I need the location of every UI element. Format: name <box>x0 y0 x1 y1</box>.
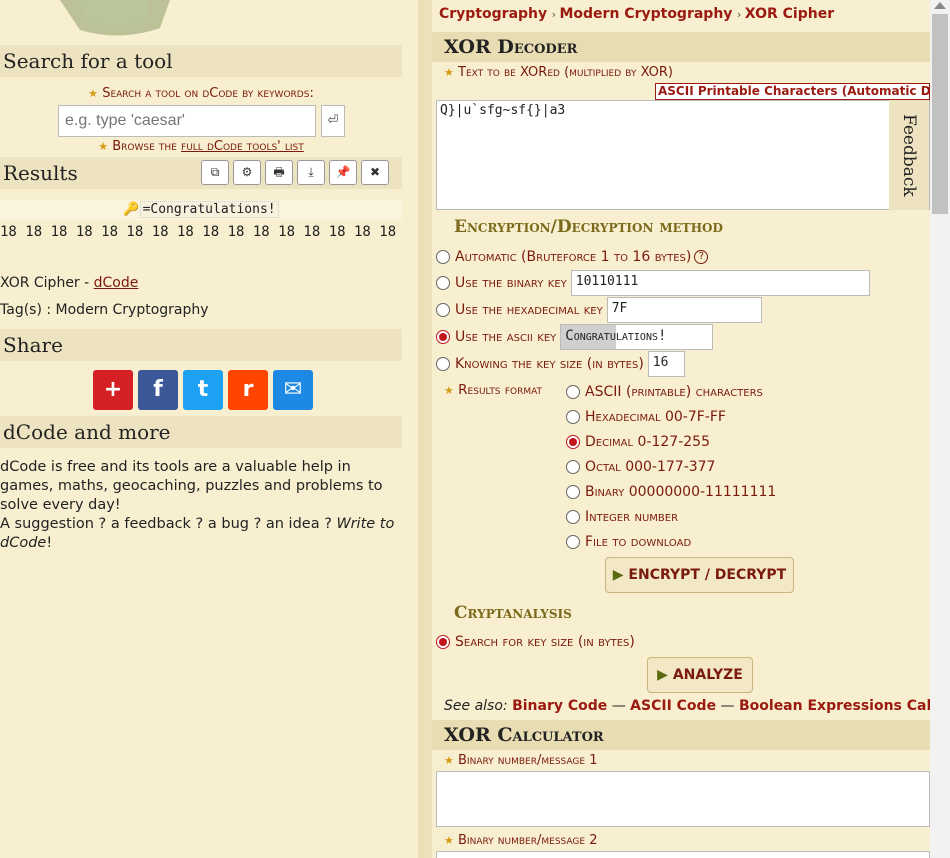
main-content: Cryptography › Modern Cryptography › XOR… <box>432 0 930 858</box>
key-icon: 🔑 <box>123 202 140 217</box>
radio-format-binary[interactable] <box>566 485 580 499</box>
format-octal[interactable]: Octal 000-177-377 <box>566 455 715 479</box>
result-toolbar: ⧉ ⚙ 🖶 ⤓ 📌 ✖ <box>201 160 389 185</box>
option-automatic[interactable]: Automatic (Bruteforce 1 to 16 bytes) ? <box>436 244 709 270</box>
format-decimal[interactable]: Decimal 0-127-255 <box>566 430 710 454</box>
twitter-icon[interactable]: t <box>183 370 223 410</box>
star-icon: ★ <box>444 754 454 767</box>
feedback-tab[interactable]: Feedback <box>889 100 929 210</box>
key-size-input[interactable]: 16 <box>647 351 685 377</box>
share-heading: Share <box>0 329 402 361</box>
pin-icon[interactable]: 📌 <box>329 160 357 185</box>
format-hexadecimal[interactable]: Hexadecimal 00-7F-FF <box>566 405 726 429</box>
search-label: ★ Search a tool on dCode by keywords: <box>88 86 314 101</box>
radio-key-size[interactable] <box>436 357 450 371</box>
xor-decoder-heading: XOR Decoder <box>432 32 930 62</box>
see-also: See also: Binary Code — ASCII Code — Boo… <box>444 698 930 714</box>
panel-divider <box>418 0 432 858</box>
result-key-line: 🔑 =Congratulations! <box>0 200 402 220</box>
option-key-size[interactable]: Knowing the key size (in bytes) 16 <box>436 351 685 377</box>
radio-format-decimal[interactable] <box>566 435 580 449</box>
copy-icon[interactable]: ⧉ <box>201 160 229 185</box>
download-icon[interactable]: ⤓ <box>297 160 325 185</box>
ciphertext-textarea[interactable]: Q}|u`sfg~sf{}|a3 <box>436 100 930 210</box>
results-format-label: ★ Results format <box>444 382 543 398</box>
charset-detection-tag[interactable]: ASCII Printable Characters (Automatic De… <box>655 83 930 100</box>
hex-key-input[interactable]: 7F <box>606 297 762 323</box>
left-sidebar: Search for a tool ★ Search a tool on dCo… <box>0 0 418 858</box>
binary-message-1-label: ★ Binary number/message 1 <box>444 753 598 768</box>
result-tags: Tag(s) : Modern Cryptography <box>0 302 209 318</box>
see-also-binary-code[interactable]: Binary Code <box>512 698 607 714</box>
breadcrumb-cryptography[interactable]: Cryptography <box>439 6 547 22</box>
radio-format-ascii[interactable] <box>566 385 580 399</box>
result-values: 18 18 18 18 18 18 18 18 18 18 18 18 18 1… <box>0 224 397 240</box>
encrypt-decrypt-button[interactable]: ▶ ENCRYPT / DECRYPT <box>605 557 794 593</box>
star-icon: ★ <box>88 87 99 100</box>
star-icon: ★ <box>444 834 454 847</box>
more-text: dCode is free and its tools are a valuab… <box>0 459 395 551</box>
search-input[interactable] <box>58 105 316 137</box>
radio-format-integer[interactable] <box>566 510 580 524</box>
radio-search-key-size[interactable] <box>436 635 450 649</box>
option-binary-key[interactable]: Use the binary key 10110111 <box>436 270 870 296</box>
search-submit-button[interactable]: ⏎ <box>321 105 345 137</box>
radio-format-octal[interactable] <box>566 460 580 474</box>
see-also-boolean-calculator[interactable]: Boolean Expressions Calculator <box>739 698 930 714</box>
format-file[interactable]: File to download <box>566 530 691 554</box>
search-heading: Search for a tool <box>0 45 402 77</box>
star-icon: ★ <box>444 384 454 397</box>
breadcrumb-xor-cipher[interactable]: XOR Cipher <box>745 6 834 22</box>
method-heading: Encryption/Decryption method <box>454 217 723 237</box>
dcode-logo <box>50 0 180 40</box>
close-icon[interactable]: ✖ <box>361 160 389 185</box>
addthis-icon[interactable]: + <box>93 370 133 410</box>
email-icon[interactable]: ✉ <box>273 370 313 410</box>
dcode-link[interactable]: dCode <box>94 275 139 291</box>
more-heading: dCode and more <box>0 416 402 448</box>
xor-calculator-heading: XOR Calculator <box>432 720 930 750</box>
option-ascii-key[interactable]: Use the ascii key Congratulations! <box>436 324 714 350</box>
breadcrumb-modern-cryptography[interactable]: Modern Cryptography <box>559 6 732 22</box>
facebook-icon[interactable]: f <box>138 370 178 410</box>
format-binary[interactable]: Binary 00000000-11111111 <box>566 480 776 504</box>
binary-message-1-input[interactable] <box>436 771 930 827</box>
play-icon: ▶ <box>612 567 624 583</box>
binary-message-2-input[interactable] <box>436 851 930 858</box>
format-ascii[interactable]: ASCII (printable) characters <box>566 380 763 404</box>
binary-message-2-label: ★ Binary number/message 2 <box>444 833 598 848</box>
option-hex-key[interactable]: Use the hexadecimal key 7F <box>436 297 762 323</box>
reddit-icon[interactable]: r <box>228 370 268 410</box>
radio-automatic[interactable] <box>436 250 450 264</box>
analyze-button[interactable]: ▶ ANALYZE <box>647 657 753 693</box>
binary-key-input[interactable]: 10110111 <box>570 270 870 296</box>
see-also-ascii-code[interactable]: ASCII Code <box>630 698 716 714</box>
scrollbar-thumb[interactable] <box>932 14 948 214</box>
star-icon: ★ <box>98 140 109 153</box>
star-icon: ★ <box>444 66 454 79</box>
cryptanalysis-heading: Cryptanalysis <box>454 603 572 623</box>
option-search-key-size[interactable]: Search for key size (in bytes) <box>436 629 635 655</box>
radio-ascii-key[interactable] <box>436 330 450 344</box>
radio-hex-key[interactable] <box>436 303 450 317</box>
settings-icon[interactable]: ⚙ <box>233 160 261 185</box>
text-label: ★ Text to be XORed (multiplied by XOR) <box>444 65 673 80</box>
radio-format-file[interactable] <box>566 535 580 549</box>
format-integer[interactable]: Integer number <box>566 505 678 529</box>
help-icon[interactable]: ? <box>694 250 709 264</box>
ascii-key-input[interactable]: Congratulations! <box>560 324 714 350</box>
browse-tools-link[interactable]: ★ Browse the full dCode tools' list <box>0 139 402 154</box>
result-source: XOR Cipher - dCode <box>0 275 139 291</box>
radio-format-hex[interactable] <box>566 410 580 424</box>
radio-binary-key[interactable] <box>436 276 450 290</box>
play-icon: ▶ <box>657 667 668 683</box>
share-icons: + f t r ✉ <box>93 370 313 410</box>
print-icon[interactable]: 🖶 <box>265 160 293 185</box>
breadcrumb: Cryptography › Modern Cryptography › XOR… <box>439 6 835 22</box>
scroll-up-arrow-icon[interactable] <box>934 2 946 9</box>
